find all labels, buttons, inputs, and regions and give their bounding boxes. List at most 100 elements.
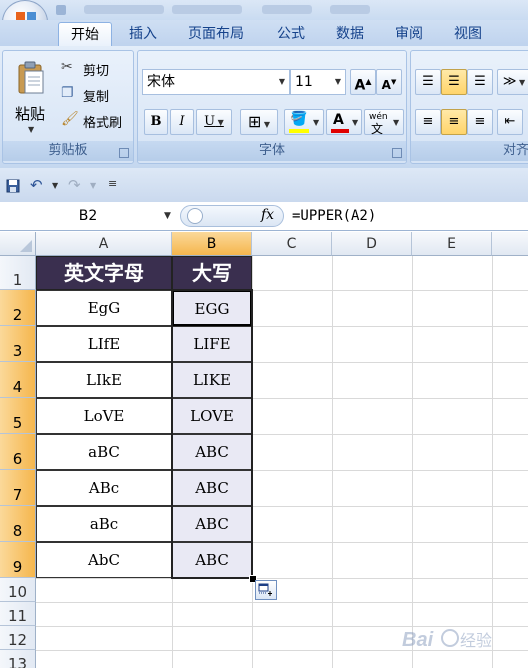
paste-label: 粘贴 [15, 105, 46, 123]
row-header-13[interactable]: 13 [0, 650, 36, 668]
align-center-button[interactable]: ≡ [441, 109, 467, 135]
undo-dropdown-icon[interactable]: ▼ [52, 181, 58, 190]
cell-b5[interactable]: LOVE [172, 398, 252, 434]
shrink-font-button[interactable]: A▼ [376, 69, 402, 95]
column-header-d[interactable]: D [332, 232, 412, 256]
cell-a6[interactable]: aBC [36, 434, 172, 470]
cell-b4[interactable]: LIKE [172, 362, 252, 398]
chevron-down-icon: ▼ [278, 77, 285, 86]
cell-b7[interactable]: ABC [172, 470, 252, 506]
row-header-6[interactable]: 6 [0, 434, 36, 470]
cell-a8[interactable]: aBc [36, 506, 172, 542]
cell-b9[interactable]: ABC [172, 542, 252, 578]
row-header-12[interactable]: 12 [0, 626, 36, 650]
row-header-4[interactable]: 4 [0, 362, 36, 398]
window-title-suffix [330, 5, 370, 14]
expand-handle-icon[interactable] [187, 208, 203, 224]
cell-b3[interactable]: LIFE [172, 326, 252, 362]
underline-button[interactable]: U ▼ [196, 109, 232, 135]
auto-fill-options-button[interactable] [255, 580, 277, 600]
italic-button[interactable]: I [170, 109, 194, 135]
column-header-c[interactable]: C [252, 232, 332, 256]
column-header-b[interactable]: B [172, 232, 252, 256]
font-size-combo[interactable]: 11 ▼ [290, 69, 346, 95]
cell-b2-active[interactable]: EGG [172, 290, 252, 326]
cell-a2[interactable]: EgG [36, 290, 172, 326]
formula-input[interactable]: =UPPER(A2) [292, 205, 376, 227]
undo-icon[interactable]: ↶ [30, 176, 43, 194]
tab-review[interactable]: 审阅 [384, 22, 434, 46]
orientation-button[interactable]: ≫ ▼ [497, 69, 528, 95]
indent-button[interactable]: ⇤ [497, 109, 523, 135]
cell-b8[interactable]: ABC [172, 506, 252, 542]
row-header-3[interactable]: 3 [0, 326, 36, 362]
phonetic-button[interactable]: wén 文 ▼ [364, 109, 404, 136]
row-header-7[interactable]: 7 [0, 470, 36, 506]
clipboard-launcher-icon[interactable] [119, 148, 129, 158]
copy-icon: ❐ [61, 85, 74, 101]
row-header-11[interactable]: 11 [0, 602, 36, 626]
font-launcher-icon[interactable] [392, 148, 402, 158]
cell-b6[interactable]: ABC [172, 434, 252, 470]
formula-button-area: fx [180, 205, 284, 227]
borders-button[interactable]: ⊞ ▼ [240, 109, 278, 135]
font-name-combo[interactable]: 宋体 ▼ [142, 69, 290, 95]
align-right-button[interactable]: ≡ [467, 109, 493, 135]
row-header-9[interactable]: 9 [0, 542, 36, 578]
auto-fill-icon [258, 583, 272, 596]
fill-color-button[interactable]: 🪣 ▼ [284, 109, 324, 135]
cell-a1[interactable]: 英文字母 [36, 256, 172, 290]
font-name-value: 宋体 [147, 74, 175, 90]
insert-function-button[interactable]: fx [261, 207, 274, 223]
grow-font-button[interactable]: A▲ [350, 69, 376, 95]
cell-a4[interactable]: LIkE [36, 362, 172, 398]
column-header-e[interactable]: E [412, 232, 492, 256]
copy-button[interactable]: ❐ 复制 [61, 85, 133, 105]
bold-button[interactable]: B [144, 109, 168, 135]
row-header-2[interactable]: 2 [0, 290, 36, 326]
save-icon[interactable] [6, 179, 20, 193]
row-header-10[interactable]: 10 [0, 578, 36, 602]
format-painter-button[interactable]: 🖌 格式刷 [61, 111, 133, 131]
customize-qat-icon[interactable]: ≡ [108, 177, 117, 190]
font-color-button[interactable]: A ▼ [326, 109, 362, 135]
tab-formulas[interactable]: 公式 [266, 22, 316, 46]
cell-a3[interactable]: LIfE [36, 326, 172, 362]
tab-data[interactable]: 数据 [324, 22, 376, 46]
tab-insert[interactable]: 插入 [118, 22, 168, 46]
cell-a7[interactable]: ABc [36, 470, 172, 506]
align-top-button[interactable]: ☰ [415, 69, 441, 95]
tab-view[interactable]: 视图 [442, 22, 494, 46]
row-header-5[interactable]: 5 [0, 398, 36, 434]
align-middle-button[interactable]: ☰ [441, 69, 467, 95]
tab-home[interactable]: 开始 [58, 22, 112, 47]
column-header-a[interactable]: A [36, 232, 172, 256]
font-color-letter: A [333, 112, 344, 128]
window-title [84, 5, 164, 14]
redo-icon[interactable]: ↷ [68, 176, 81, 194]
chevron-down-icon: ▼ [334, 77, 341, 86]
redo-dropdown-icon[interactable]: ▼ [90, 181, 96, 190]
cell-a9[interactable]: AbC [36, 542, 172, 578]
cut-button[interactable]: ✂ 剪切 [61, 59, 133, 79]
cell-a5[interactable]: LoVE [36, 398, 172, 434]
qat-save-icon-blur[interactable] [56, 5, 66, 15]
paste-button[interactable]: 粘贴 ▼ [11, 57, 51, 137]
row-header-8[interactable]: 8 [0, 506, 36, 542]
align-bottom-button[interactable]: ☰ [467, 69, 493, 95]
cell-b1[interactable]: 大写 [172, 256, 252, 290]
name-box-dropdown-icon[interactable]: ▼ [164, 211, 171, 221]
worksheet-grid: A B C D E 1 2 3 4 5 6 7 8 9 10 11 12 13 [0, 232, 528, 668]
cut-label: 剪切 [83, 64, 110, 79]
window-title-app [262, 5, 312, 14]
select-all-icon [20, 240, 32, 252]
tab-page-layout[interactable]: 页面布局 [176, 22, 256, 46]
paste-dropdown-icon: ▼ [28, 125, 35, 134]
column-header-f[interactable] [492, 232, 528, 256]
quick-access-toolbar: ↶ ▼ ↷ ▼ ≡ [0, 168, 528, 203]
format-painter-label: 格式刷 [83, 116, 123, 131]
row-header-1[interactable]: 1 [0, 256, 36, 290]
align-left-button[interactable]: ≡ [415, 109, 441, 135]
select-all-corner[interactable] [0, 232, 36, 256]
name-box[interactable]: B2 [0, 205, 176, 227]
